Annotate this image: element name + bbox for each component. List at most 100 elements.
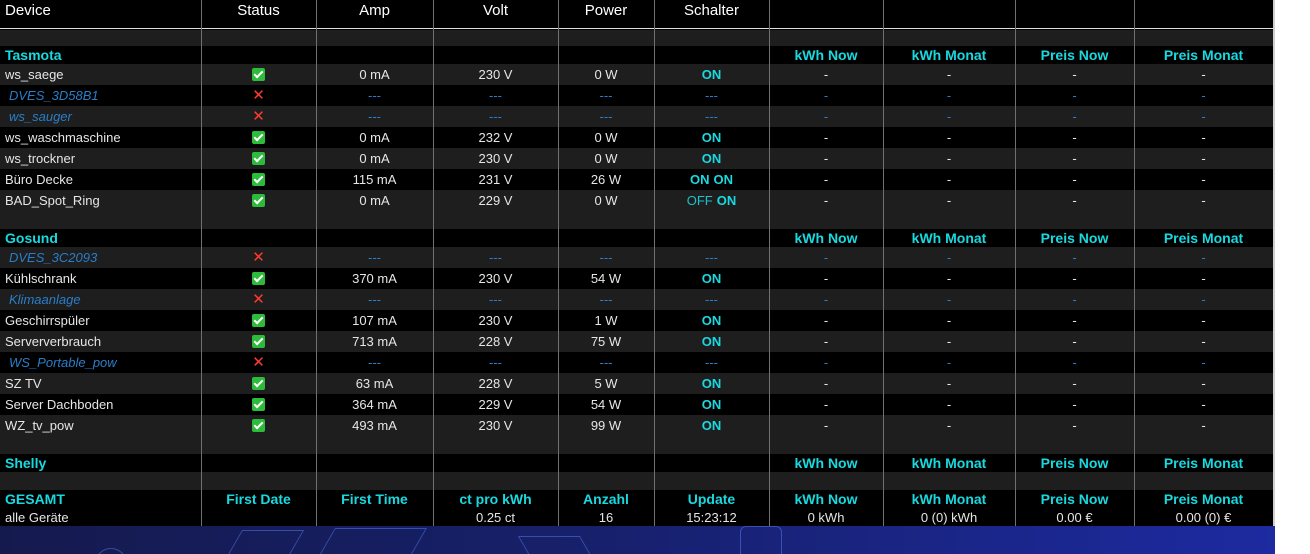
device-amp: 370 mA	[352, 271, 397, 286]
switch-toggle[interactable]: ON	[717, 193, 737, 208]
device-kwh-now: -	[823, 292, 829, 307]
status-cell	[201, 331, 316, 352]
device-preis-now: -	[1072, 376, 1077, 391]
background-art	[0, 526, 1275, 554]
device-row: Kühlschrank 370 mA 230 V 54 W ON - - - -	[0, 268, 1273, 289]
switch-toggle[interactable]: ON	[690, 172, 710, 187]
group-col-header: kWh Now	[794, 230, 858, 246]
device-kwh-now: -	[823, 193, 829, 208]
check-icon	[252, 272, 265, 285]
switch-toggle: ---	[705, 88, 718, 103]
device-power: 1 W	[594, 313, 618, 328]
table-header: Device Status Amp Volt Power Schalter	[0, 0, 1273, 20]
device-preis-now: -	[1072, 250, 1077, 265]
status-cell	[201, 415, 316, 436]
status-cell: ✕	[201, 106, 316, 127]
device-name: BAD_Spot_Ring	[5, 193, 100, 208]
spacer-row	[0, 436, 1273, 454]
device-volt: ---	[489, 292, 502, 307]
check-icon	[252, 68, 265, 81]
switch-toggle[interactable]: ON	[702, 151, 722, 166]
device-name: SZ TV	[5, 376, 42, 391]
check-icon	[252, 314, 265, 327]
device-power: ---	[599, 250, 613, 265]
device-preis-monat: -	[1201, 376, 1206, 391]
device-preis-monat: -	[1201, 67, 1206, 82]
switch-toggle[interactable]: ON	[702, 67, 722, 82]
device-power: 75 W	[590, 334, 622, 349]
group-col-header: Preis Monat	[1163, 230, 1244, 246]
device-preis-now: -	[1072, 334, 1077, 349]
device-power: 0 W	[594, 151, 618, 166]
switch-toggle: ---	[705, 250, 718, 265]
switch-cell: ON	[654, 373, 769, 394]
status-cell: ✕	[201, 85, 316, 106]
device-amp: 0 mA	[359, 193, 390, 208]
device-name: ws_saege	[5, 67, 64, 82]
group-col-header: Preis Now	[1040, 47, 1109, 63]
device-volt: 230 V	[478, 67, 513, 82]
device-power: 0 W	[594, 130, 618, 145]
switch-toggle[interactable]: ON	[702, 418, 722, 433]
device-kwh-now: -	[823, 172, 829, 187]
device-kwh-now: -	[823, 376, 829, 391]
device-preis-monat: -	[1201, 418, 1206, 433]
group-title: Gosund	[5, 230, 58, 246]
device-amp: ---	[368, 250, 381, 265]
switch-cell: ON	[654, 394, 769, 415]
cross-icon: ✕	[252, 249, 265, 266]
device-row: BAD_Spot_Ring 0 mA 229 V 0 W OFF ON - - - -	[0, 190, 1273, 211]
switch-cell: ON	[654, 331, 769, 352]
switch-toggle[interactable]: OFF	[687, 193, 713, 208]
switch-toggle[interactable]: ON	[702, 397, 722, 412]
group-col-header: Preis Now	[1040, 455, 1109, 471]
device-name: Klimaanlage	[9, 292, 81, 307]
device-row: Klimaanlage ✕ --- --- --- --- - - - -	[0, 289, 1273, 310]
switch-cell: ---	[654, 247, 769, 268]
switch-toggle[interactable]: ON	[702, 313, 722, 328]
device-preis-now: -	[1072, 193, 1077, 208]
device-kwh-monat: -	[946, 130, 952, 145]
summary-header-status: First Date	[226, 491, 291, 507]
device-preis-now: -	[1072, 418, 1077, 433]
device-row: ws_waschmaschine 0 mA 232 V 0 W ON - - - -	[0, 127, 1273, 148]
check-icon	[252, 377, 265, 390]
status-cell	[201, 394, 316, 415]
switch-toggle[interactable]: ON	[702, 376, 722, 391]
device-kwh-now: -	[823, 397, 829, 412]
column-divider	[558, 0, 559, 526]
device-preis-monat: -	[1201, 193, 1206, 208]
summary-header-device: GESAMT	[5, 491, 65, 507]
check-icon	[252, 152, 265, 165]
column-divider	[654, 0, 655, 526]
switch-cell: ON ON	[654, 169, 769, 190]
summary-value-switch: 15:23:12	[686, 509, 737, 525]
device-kwh-now: -	[823, 67, 829, 82]
switch-toggle[interactable]: ON	[702, 130, 722, 145]
header-divider	[0, 28, 1273, 29]
device-preis-monat: -	[1201, 397, 1206, 412]
summary-header-kwh-now: kWh Now	[794, 491, 858, 507]
switch-toggle[interactable]: ON	[702, 334, 722, 349]
summary-header-amp: First Time	[341, 491, 408, 507]
device-kwh-now: -	[823, 88, 829, 103]
group-title: Shelly	[5, 455, 47, 471]
switch-toggle: ---	[705, 292, 718, 307]
device-name: ws_sauger	[9, 109, 72, 124]
switch-cell: ---	[654, 85, 769, 106]
device-kwh-monat: -	[946, 397, 952, 412]
check-icon	[252, 173, 265, 186]
device-kwh-monat: -	[946, 292, 952, 307]
device-name: WS_Portable_pow	[9, 355, 117, 370]
switch-toggle[interactable]: ON	[714, 172, 734, 187]
device-preis-monat: -	[1201, 130, 1206, 145]
spacer-row	[0, 211, 1273, 229]
device-row: DVES_3D58B1 ✕ --- --- --- --- - - - -	[0, 85, 1273, 106]
switch-cell: ON	[654, 415, 769, 436]
check-icon	[252, 398, 265, 411]
device-preis-now: -	[1072, 151, 1077, 166]
switch-toggle[interactable]: ON	[702, 271, 722, 286]
device-name: Server Dachboden	[5, 397, 114, 412]
device-row: Büro Decke 115 mA 231 V 26 W ON ON - - - -	[0, 169, 1273, 190]
group-col-header: Preis Monat	[1163, 47, 1244, 63]
